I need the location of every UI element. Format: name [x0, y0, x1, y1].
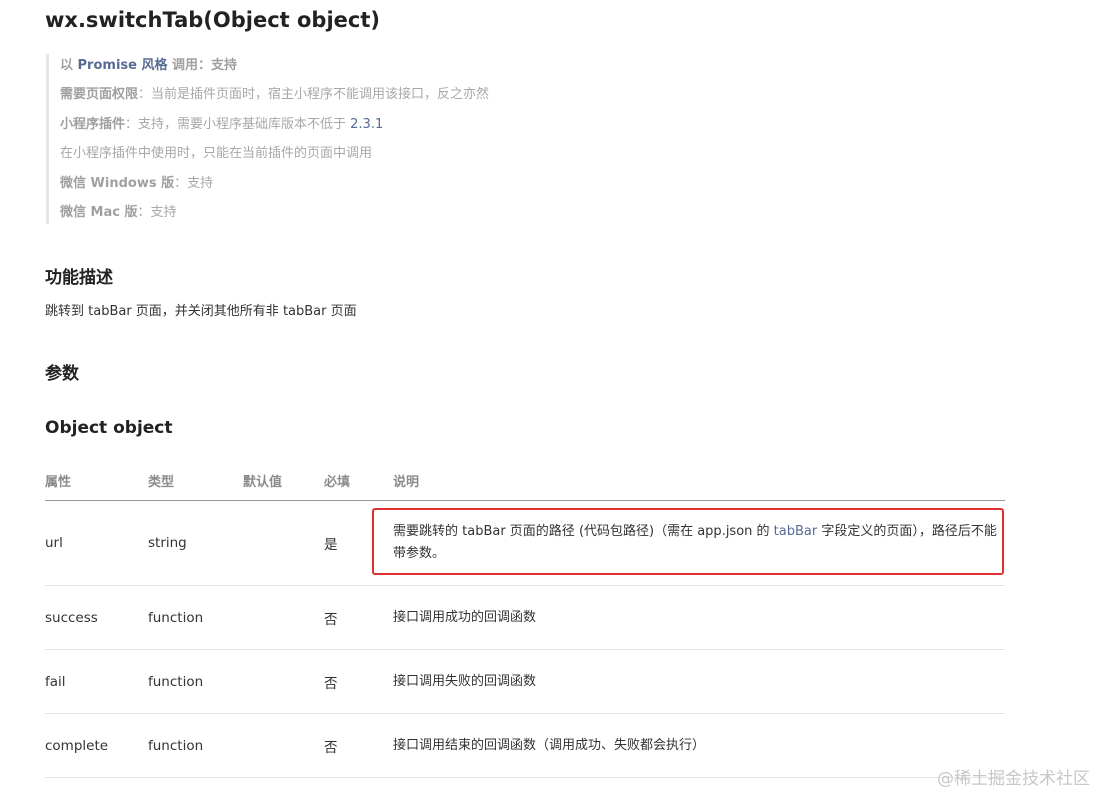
cell-type: string [148, 500, 243, 586]
note-windows: 微信 Windows 版：支持 [60, 175, 214, 191]
cell-name: success [45, 585, 148, 650]
table-row: url string 是 需要跳转的 tabBar 页面的路径 (代码包路径)（… [45, 500, 1005, 586]
promise-style-link[interactable]: Promise 风格 [78, 58, 168, 73]
header-property: 属性 [45, 460, 148, 501]
cell-type: function [148, 585, 243, 650]
cell-required: 否 [324, 585, 393, 650]
header-description: 说明 [393, 460, 1005, 501]
note-mac: 微信 Mac 版：支持 [60, 204, 177, 220]
cell-default [243, 585, 324, 650]
cell-required: 是 [324, 500, 393, 586]
heading-description: 功能描述 [45, 268, 113, 288]
header-default: 默认值 [243, 460, 324, 501]
table-row: complete function 否 接口调用结束的回调函数（调用成功、失败都… [45, 713, 1005, 778]
header-required: 必填 [324, 460, 393, 501]
params-table: 属性 类型 默认值 必填 说明 url string 是 需要跳转的 tabBa… [45, 460, 1005, 778]
cell-default [243, 500, 324, 586]
cell-name: complete [45, 713, 148, 778]
page-title: wx.switchTab(Object object) [45, 8, 380, 32]
tabbar-link[interactable]: tabBar [774, 524, 818, 539]
cell-default [243, 713, 324, 778]
header-type: 类型 [148, 460, 243, 501]
note-promise: 以 Promise 风格 调用：支持 [60, 58, 238, 73]
table-row: success function 否 接口调用成功的回调函数 [45, 585, 1005, 650]
cell-type: function [148, 649, 243, 714]
cell-type: function [148, 713, 243, 778]
cell-description: 接口调用失败的回调函数 [393, 649, 1005, 714]
note-plugin-usage: 在小程序插件中使用时，只能在当前插件的页面中调用 [60, 146, 373, 162]
cell-required: 否 [324, 713, 393, 778]
table-header-row: 属性 类型 默认值 必填 说明 [45, 460, 1005, 501]
description-text: 跳转到 tabBar 页面，并关闭其他所有非 tabBar 页面 [45, 304, 357, 319]
cell-description: 接口调用结束的回调函数（调用成功、失败都会执行） [393, 713, 1005, 778]
cell-description: 接口调用成功的回调函数 [393, 585, 1005, 650]
cell-name: fail [45, 649, 148, 714]
note-plugin: 小程序插件：支持，需要小程序基础库版本不低于 2.3.1 [60, 116, 384, 132]
version-link[interactable]: 2.3.1 [350, 117, 383, 132]
heading-object: Object object [45, 418, 173, 438]
watermark: @稀土掘金技术社区 [937, 769, 1090, 789]
heading-params: 参数 [45, 364, 79, 384]
table-row: fail function 否 接口调用失败的回调函数 [45, 649, 1005, 714]
cell-name: url [45, 500, 148, 586]
cell-description: 需要跳转的 tabBar 页面的路径 (代码包路径)（需在 app.json 的… [393, 500, 1005, 586]
cell-required: 否 [324, 649, 393, 714]
cell-default [243, 649, 324, 714]
support-notes: 以 Promise 风格 调用：支持 需要页面权限：当前是插件页面时，宿主小程序… [46, 54, 606, 224]
note-page-permission: 需要页面权限：当前是插件页面时，宿主小程序不能调用该接口，反之亦然 [60, 87, 490, 103]
